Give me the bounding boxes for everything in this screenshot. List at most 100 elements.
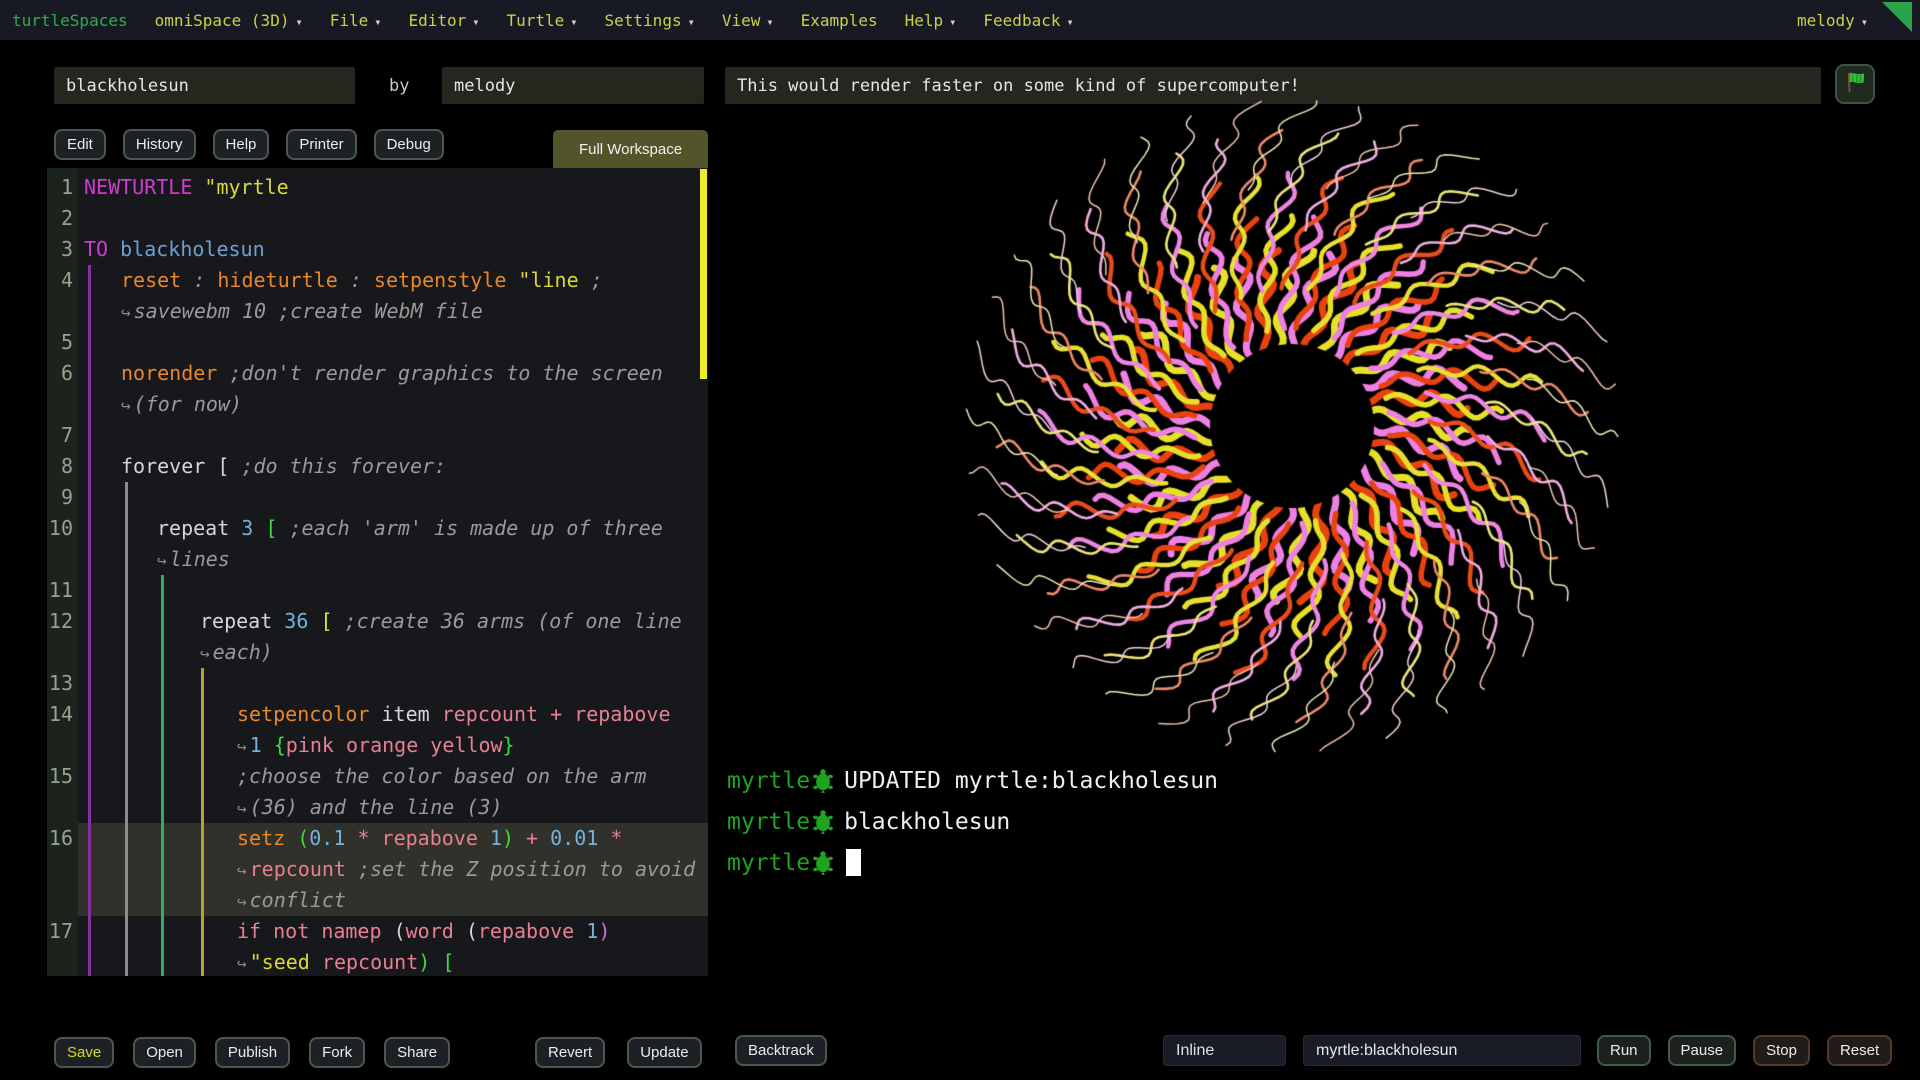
indent-guide — [88, 885, 91, 916]
publish-button[interactable]: Publish — [215, 1037, 290, 1068]
indent-guide — [161, 854, 164, 885]
code-row: 11 — [47, 575, 708, 606]
code-row: ↪each) — [47, 637, 708, 668]
code-row: 3TO blackholesun — [47, 234, 708, 265]
menu-item-omnispace[interactable]: omniSpace (3D)▾ — [155, 11, 303, 30]
indent-guide — [88, 482, 91, 513]
console-line: myrtle blackholesun — [727, 801, 1218, 842]
tab-edit[interactable]: Edit — [54, 129, 106, 160]
tab-help[interactable]: Help — [213, 129, 270, 160]
project-title-input[interactable] — [54, 67, 355, 104]
line-number: 12 — [47, 606, 73, 637]
indent-guide — [125, 699, 128, 730]
menu-item-editor[interactable]: Editor▾ — [408, 11, 479, 30]
wrap-indicator-icon: ↪ — [121, 396, 131, 415]
code-row: 10repeat 3 [ ;each 'arm' is made up of t… — [47, 513, 708, 544]
code-row: ↪savewebm 10 ;create WebM file — [47, 296, 708, 327]
indent-guide — [88, 854, 91, 885]
tab-full-workspace[interactable]: Full Workspace — [553, 130, 708, 168]
line-number: 13 — [47, 668, 73, 699]
code-row: 17if not namep (word (repabove 1) — [47, 916, 708, 947]
exec-buttons: Run Pause Stop Reset — [1597, 1035, 1892, 1066]
author-input[interactable] — [442, 67, 704, 104]
pause-button[interactable]: Pause — [1668, 1035, 1737, 1066]
console-cursor[interactable] — [846, 849, 861, 876]
indent-guide — [125, 854, 128, 885]
line-number: 8 — [47, 451, 73, 482]
menu-item-file[interactable]: File▾ — [330, 11, 382, 30]
code-row: 12repeat 36 [ ;create 36 arms (of one li… — [47, 606, 708, 637]
indent-guide — [161, 792, 164, 823]
indent-guide — [88, 761, 91, 792]
editor-scrollbar[interactable] — [700, 169, 707, 379]
tab-printer[interactable]: Printer — [286, 129, 356, 160]
stop-button[interactable]: Stop — [1753, 1035, 1810, 1066]
console-line: myrtle — [727, 842, 1218, 883]
reset-button[interactable]: Reset — [1827, 1035, 1892, 1066]
indent-guide — [125, 513, 128, 544]
by-label: by — [389, 76, 409, 96]
revert-button[interactable]: Revert — [535, 1037, 605, 1068]
fork-button[interactable]: Fork — [309, 1037, 365, 1068]
indent-guide — [161, 885, 164, 916]
line-number: 3 — [47, 234, 73, 265]
indent-guide — [161, 575, 164, 606]
indent-guide — [201, 885, 204, 916]
code-row: ↪(36) and the line (3) — [47, 792, 708, 823]
turtle-icon — [812, 768, 834, 794]
menu-item-view[interactable]: View▾ — [722, 11, 774, 30]
console-prompt: myrtle — [727, 809, 810, 835]
backtrack-button[interactable]: Backtrack — [735, 1035, 827, 1066]
mode-select[interactable]: Inline — [1163, 1035, 1286, 1066]
wrap-indicator-icon: ↪ — [237, 954, 247, 973]
code-row: ↪lines — [47, 544, 708, 575]
code-editor[interactable]: 1NEWTURTLE "myrtle23TO blackholesun4rese… — [47, 168, 708, 976]
menu-item-settings[interactable]: Settings▾ — [605, 11, 695, 30]
console-text: UPDATED myrtle:blackholesun — [844, 768, 1218, 794]
indent-guide — [125, 482, 128, 513]
indent-guide — [88, 513, 91, 544]
menu-item-feedback[interactable]: Feedback▾ — [983, 11, 1073, 30]
chevron-down-icon: ▾ — [1861, 15, 1868, 29]
indent-guide — [88, 699, 91, 730]
indent-guide — [88, 420, 91, 451]
tab-history[interactable]: History — [123, 129, 196, 160]
command-input[interactable] — [1303, 1035, 1581, 1066]
line-number: 17 — [47, 916, 73, 947]
console-output[interactable]: myrtle UPDATED myrtle:blackholesun myrtle… — [727, 760, 1218, 883]
indent-guide — [88, 792, 91, 823]
turtle-graphics-canvas — [740, 80, 1860, 780]
update-button[interactable]: Update — [627, 1037, 701, 1068]
run-button[interactable]: Run — [1597, 1035, 1651, 1066]
chevron-down-icon: ▾ — [374, 15, 381, 29]
indent-guide — [125, 823, 128, 854]
line-number: 16 — [47, 823, 73, 854]
code-row: 8forever [ ;do this forever: — [47, 451, 708, 482]
menu-item-help[interactable]: Help▾ — [905, 11, 957, 30]
indent-guide — [88, 947, 91, 976]
code-row: ↪repcount ;set the Z position to avoid — [47, 854, 708, 885]
brand-logo: turtleSpaces — [12, 11, 128, 30]
indent-guide — [161, 730, 164, 761]
indent-guide — [201, 699, 204, 730]
wrap-indicator-icon: ↪ — [237, 799, 247, 818]
indent-guide — [201, 761, 204, 792]
edit-buttons: Revert Update — [535, 1037, 702, 1068]
wrap-indicator-icon: ↪ — [237, 892, 247, 911]
code-row: ↪1 {pink orange yellow} — [47, 730, 708, 761]
green-corner-icon — [1882, 2, 1912, 32]
code-row: 5 — [47, 327, 708, 358]
user-menu[interactable]: melody▾ — [1797, 11, 1868, 30]
menu-item-turtle[interactable]: Turtle▾ — [506, 11, 577, 30]
code-row: 14setpencolor item repcount + repabove — [47, 699, 708, 730]
wrap-indicator-icon: ↪ — [237, 737, 247, 756]
share-button[interactable]: Share — [384, 1037, 450, 1068]
console-prompt: myrtle — [727, 768, 810, 794]
indent-guide — [161, 606, 164, 637]
indent-guide — [161, 761, 164, 792]
tab-debug[interactable]: Debug — [374, 129, 444, 160]
open-button[interactable]: Open — [133, 1037, 196, 1068]
menu-item-examples[interactable]: Examples — [801, 11, 878, 30]
save-button[interactable]: Save — [54, 1037, 114, 1068]
code-row: 13 — [47, 668, 708, 699]
